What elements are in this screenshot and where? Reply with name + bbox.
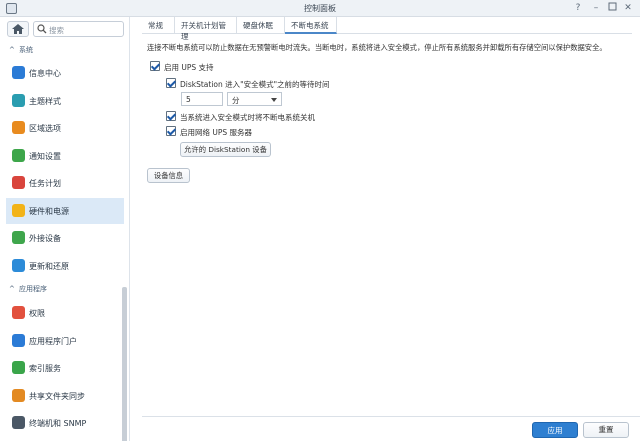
- sidebar-scrollbar[interactable]: [122, 287, 127, 441]
- sidebar-item-label: 更新和还原: [29, 261, 69, 271]
- chat-icon: [12, 148, 25, 162]
- sidebar-item-label: 区域选项: [29, 124, 61, 133]
- sidebar-item-label: 通知设置: [29, 151, 61, 161]
- network-ups-checkbox[interactable]: [166, 126, 176, 136]
- tab-power-schedule[interactable]: 开关机计划管理: [175, 17, 237, 41]
- bulb-icon: [12, 203, 25, 217]
- sidebar-item-5[interactable]: 硬件和电源: [6, 197, 124, 224]
- enable-ups-checkbox[interactable]: [150, 61, 160, 71]
- minimize-icon[interactable]: –: [590, 2, 602, 14]
- sidebar-item-label: 任务计划: [29, 179, 61, 188]
- help-icon[interactable]: ?: [572, 2, 584, 14]
- section-system[interactable]: ^ 系统: [9, 45, 33, 55]
- chevron-up-icon: ^: [9, 285, 15, 293]
- ups-description: 连接不断电系统可以防止数据在无预警断电时流失。当断电时，系统将进入安全模式，停止…: [147, 43, 607, 52]
- sidebar-item-1[interactable]: 主题样式: [6, 88, 124, 114]
- window-title: 控制面板: [304, 4, 336, 13]
- shutdown-ups-label: 当系统进入安全模式时将不断电系统关机: [180, 113, 315, 122]
- safe-mode-wait-checkbox[interactable]: [166, 78, 176, 88]
- refresh-icon: [12, 258, 25, 272]
- search-placeholder: 搜索: [49, 26, 64, 35]
- chevron-up-icon: ^: [9, 46, 15, 54]
- wait-unit-value: 分: [232, 96, 240, 105]
- tab-ups[interactable]: 不断电系统: [285, 17, 337, 34]
- sidebar-item-label: 共享文件夹同步: [29, 391, 85, 401]
- device-info-button[interactable]: 设备信息: [147, 168, 190, 183]
- sidebar-item-0[interactable]: 权限: [6, 300, 124, 326]
- sidebar-item-label: 信息中心: [29, 69, 61, 78]
- sidebar-item-label: 外接设备: [29, 234, 61, 243]
- sync-icon: [12, 388, 25, 402]
- search-icon: [37, 24, 47, 34]
- sidebar-item-label: 索引服务: [29, 364, 61, 373]
- enable-ups-label: 启用 UPS 支持: [164, 63, 214, 72]
- sidebar-item-2[interactable]: 区域选项: [6, 115, 124, 141]
- arrow-box-icon: [12, 333, 25, 347]
- sidebar-item-label: 应用程序门户: [29, 336, 77, 346]
- permitted-devices-button[interactable]: 允许的 DiskStation 设备: [180, 142, 271, 157]
- palette-icon: [12, 93, 25, 107]
- sidebar-item-3[interactable]: 共享文件夹同步: [6, 383, 124, 409]
- home-icon: [12, 24, 24, 34]
- calendar-check-icon: [12, 176, 25, 189]
- close-icon[interactable]: ✕: [622, 2, 634, 14]
- sidebar-item-4[interactable]: 终端机和 SNMP: [6, 410, 124, 436]
- tab-hdd-hibernation[interactable]: 硬盘休眠: [237, 17, 285, 34]
- info-icon: [12, 66, 25, 79]
- magnify-icon: [12, 361, 25, 374]
- apply-button[interactable]: 应用: [532, 422, 578, 438]
- search-input[interactable]: 搜索: [33, 21, 124, 37]
- wait-time-input[interactable]: 5: [181, 92, 223, 106]
- terminal-icon: [12, 416, 25, 429]
- clock-calendar-icon: [12, 121, 25, 134]
- tab-general[interactable]: 常规: [142, 17, 175, 34]
- chevron-down-icon: [271, 98, 277, 102]
- sidebar-item-label: 终端机和 SNMP: [29, 419, 87, 428]
- section-system-label: 系统: [19, 46, 33, 54]
- sidebar-item-3[interactable]: 通知设置: [6, 143, 124, 169]
- sidebar: 搜索 ^ 系统 信息中心主题样式区域选项通知设置任务计划硬件和电源外接设备更新和还…: [0, 17, 130, 441]
- upload-icon: [12, 231, 25, 244]
- shutdown-ups-checkbox[interactable]: [166, 111, 176, 121]
- reset-button[interactable]: 重置: [583, 422, 629, 438]
- sidebar-item-label: 主题样式: [29, 96, 61, 106]
- safe-mode-wait-label: DiskStation 进入"安全模式"之前的等待时间: [180, 80, 330, 89]
- title-bar: 控制面板 ? – ✕: [0, 0, 640, 17]
- grid-icon: [12, 306, 25, 319]
- sidebar-item-label: 硬件和电源: [29, 206, 69, 216]
- sidebar-item-1[interactable]: 应用程序门户: [6, 328, 124, 354]
- home-button[interactable]: [7, 21, 29, 37]
- network-ups-label: 启用网络 UPS 服务器: [180, 128, 253, 137]
- sidebar-item-6[interactable]: 外接设备: [6, 225, 124, 251]
- sidebar-item-4[interactable]: 任务计划: [6, 170, 124, 196]
- sidebar-item-7[interactable]: 更新和还原: [6, 253, 124, 279]
- tab-bar: 常规 开关机计划管理 硬盘休眠 不断电系统: [142, 17, 632, 41]
- sidebar-item-0[interactable]: 信息中心: [6, 60, 124, 86]
- section-apps[interactable]: ^ 应用程序: [9, 284, 47, 294]
- section-apps-label: 应用程序: [19, 285, 47, 293]
- wait-unit-select[interactable]: 分: [227, 92, 282, 106]
- sidebar-item-2[interactable]: 索引服务: [6, 355, 124, 381]
- sidebar-item-label: 权限: [29, 309, 45, 318]
- maximize-icon[interactable]: [606, 2, 618, 14]
